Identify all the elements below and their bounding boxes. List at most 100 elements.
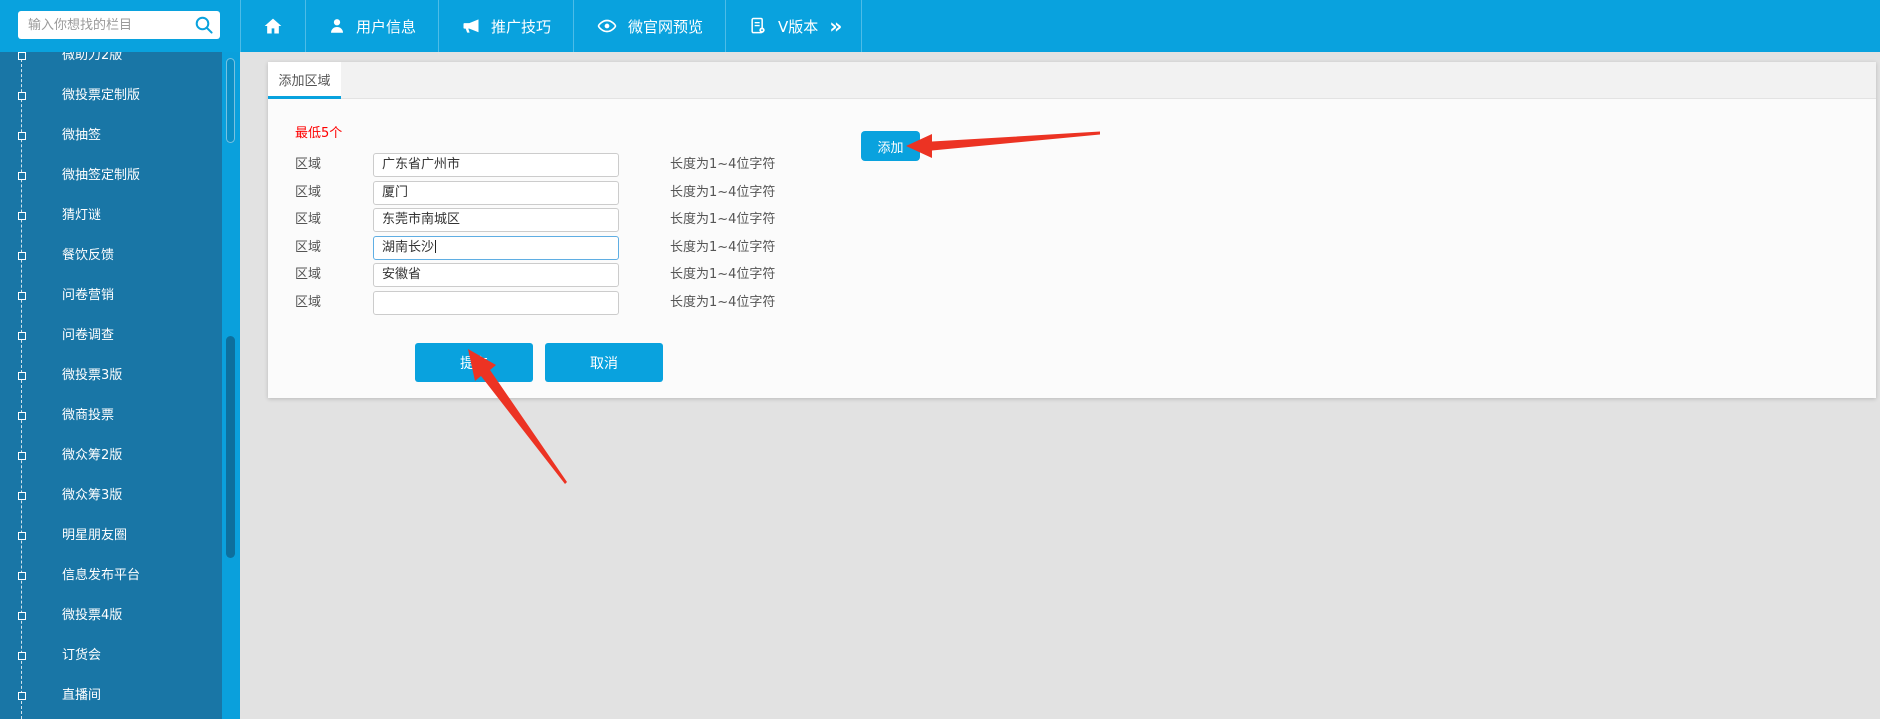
menu-item-label: 微官网预览: [628, 16, 703, 37]
sidebar-item[interactable]: 微抽签: [0, 116, 222, 156]
content-panel: 添加区域 最低5个 区域广东省广州市长度为1~4位字符区域厦门长度为1~4位字符…: [268, 62, 1876, 398]
tab-strip: 添加区域: [268, 62, 1876, 99]
region-label: 区域: [295, 181, 321, 205]
sidebar-item[interactable]: 问卷营销: [0, 276, 222, 316]
region-input-value: 安徽省: [382, 267, 421, 282]
tree-node-icon: [18, 372, 26, 380]
region-input-value: 湖南长沙: [382, 240, 434, 255]
tree-node-icon: [18, 332, 26, 340]
region-form-row: 区域 长度为1~4位字符: [268, 291, 1876, 315]
tree-node-icon: [18, 292, 26, 300]
tree-node-icon: [18, 52, 26, 60]
region-form-row: 区域 厦门 长度为1~4位字符: [268, 181, 1876, 205]
tree-node-icon: [18, 132, 26, 140]
length-hint: 长度为1~4位字符: [670, 236, 775, 260]
text-caret: [435, 240, 436, 253]
sidebar-item[interactable]: 微众筹2版: [0, 436, 222, 476]
sidebar-item[interactable]: 信息发布平台: [0, 556, 222, 596]
region-input[interactable]: 厦门: [373, 181, 619, 205]
home-icon: [263, 16, 283, 36]
sidebar-item-label: 微众筹2版: [62, 436, 122, 476]
menu-item-promo-tips[interactable]: 推广技巧: [438, 0, 573, 52]
sidebar-scrollbar-thumb[interactable]: [226, 336, 235, 558]
sidebar-item-label: 信息发布平台: [62, 556, 140, 596]
cancel-button[interactable]: 取消: [545, 343, 663, 382]
region-input[interactable]: 安徽省: [373, 263, 619, 287]
topbar: 用户信息 推广技巧 微官网预览 V版本 »: [0, 0, 1880, 52]
tree-node-icon: [18, 412, 26, 420]
search-input[interactable]: [18, 11, 220, 39]
tree-node-icon: [18, 92, 26, 100]
promo-tips-icon: [461, 16, 481, 36]
search-box: [18, 11, 220, 39]
length-hint: 长度为1~4位字符: [670, 153, 775, 177]
length-hint: 长度为1~4位字符: [670, 181, 775, 205]
minimum-count-notice: 最低5个: [295, 122, 342, 141]
region-input[interactable]: [373, 291, 619, 315]
region-label: 区域: [295, 153, 321, 177]
sidebar-scrollbar-track[interactable]: [222, 0, 240, 719]
sidebar-item[interactable]: 微投票4版: [0, 596, 222, 636]
sidebar-item[interactable]: 餐饮反馈: [0, 236, 222, 276]
region-label: 区域: [295, 208, 321, 232]
sidebar: 微助力2版微投票定制版微抽签微抽签定制版猜灯谜餐饮反馈问卷营销问卷调查微投票3版…: [0, 0, 240, 719]
length-hint: 长度为1~4位字符: [670, 263, 775, 287]
menu-item-label: 用户信息: [356, 16, 416, 37]
menu-item-user-info[interactable]: 用户信息: [305, 0, 438, 52]
sidebar-item-label: 微商投票: [62, 396, 114, 436]
topbar-menu: 用户信息 推广技巧 微官网预览 V版本 »: [240, 0, 862, 52]
menu-item-site-preview[interactable]: 微官网预览: [573, 0, 725, 52]
sidebar-item-label: 直播间: [62, 676, 101, 716]
double-chevron-icon: »: [829, 16, 839, 36]
search-icon[interactable]: [193, 14, 215, 36]
sidebar-item[interactable]: 微商投票: [0, 396, 222, 436]
tree-node-icon: [18, 212, 26, 220]
region-input[interactable]: 东莞市南城区: [373, 208, 619, 232]
sidebar-item-label: 微众筹3版: [62, 476, 122, 516]
region-input[interactable]: 广东省广州市: [373, 153, 619, 177]
tab-label: 添加区域: [278, 70, 330, 89]
sidebar-item[interactable]: 微抽签定制版: [0, 156, 222, 196]
v-version-icon: [748, 16, 768, 36]
region-form-row: 区域 湖南长沙 长度为1~4位字符: [268, 236, 1876, 260]
sidebar-item-label: 订货会: [62, 636, 101, 676]
menu-item-v-version[interactable]: V版本 »: [725, 0, 862, 52]
tree-node-icon: [18, 492, 26, 500]
menu-item-home[interactable]: [240, 0, 305, 52]
sidebar-item-label: 问卷调查: [62, 316, 114, 356]
tree-node-icon: [18, 252, 26, 260]
sidebar-item[interactable]: 问卷调查: [0, 316, 222, 356]
length-hint: 长度为1~4位字符: [670, 208, 775, 232]
menu-item-label: 推广技巧: [491, 16, 551, 37]
tab-add-region[interactable]: 添加区域: [268, 62, 341, 99]
region-input[interactable]: 湖南长沙: [373, 236, 619, 260]
region-form-row: 区域安徽省长度为1~4位字符: [268, 263, 1876, 287]
length-hint: 长度为1~4位字符: [670, 291, 775, 315]
tree-node-icon: [18, 652, 26, 660]
region-label: 区域: [295, 236, 321, 260]
region-input-value: 厦门: [382, 185, 408, 200]
sidebar-item-label: 问卷营销: [62, 276, 114, 316]
submit-button[interactable]: 提交: [415, 343, 533, 382]
sidebar-item-label: 微抽签: [62, 116, 101, 156]
sidebar-item[interactable]: 明星朋友圈: [0, 516, 222, 556]
sidebar-item[interactable]: 微投票定制版: [0, 76, 222, 116]
tree-node-icon: [18, 612, 26, 620]
sidebar-scrollbar-thumb-outline[interactable]: [226, 58, 235, 143]
sidebar-item[interactable]: 直播间: [0, 676, 222, 716]
sidebar-item[interactable]: 猜灯谜: [0, 196, 222, 236]
tree-node-icon: [18, 572, 26, 580]
sidebar-item-label: 餐饮反馈: [62, 236, 114, 276]
add-button[interactable]: 添加: [861, 131, 920, 161]
sidebar-item-label: 明星朋友圈: [62, 516, 127, 556]
sidebar-item[interactable]: 微投票3版: [0, 356, 222, 396]
region-form-row: 区域 东莞市南城区 长度为1~4位字符: [268, 208, 1876, 232]
region-label: 区域: [295, 291, 321, 315]
menu-item-label: V版本: [778, 16, 818, 37]
region-input-value: 广东省广州市: [382, 157, 460, 172]
sidebar-item[interactable]: 订货会: [0, 636, 222, 676]
sidebar-item[interactable]: 微众筹3版: [0, 476, 222, 516]
site-preview-icon: [596, 15, 618, 37]
sidebar-item-label: 微投票定制版: [62, 76, 140, 116]
app-page: 微助力2版微投票定制版微抽签微抽签定制版猜灯谜餐饮反馈问卷营销问卷调查微投票3版…: [0, 0, 1880, 719]
